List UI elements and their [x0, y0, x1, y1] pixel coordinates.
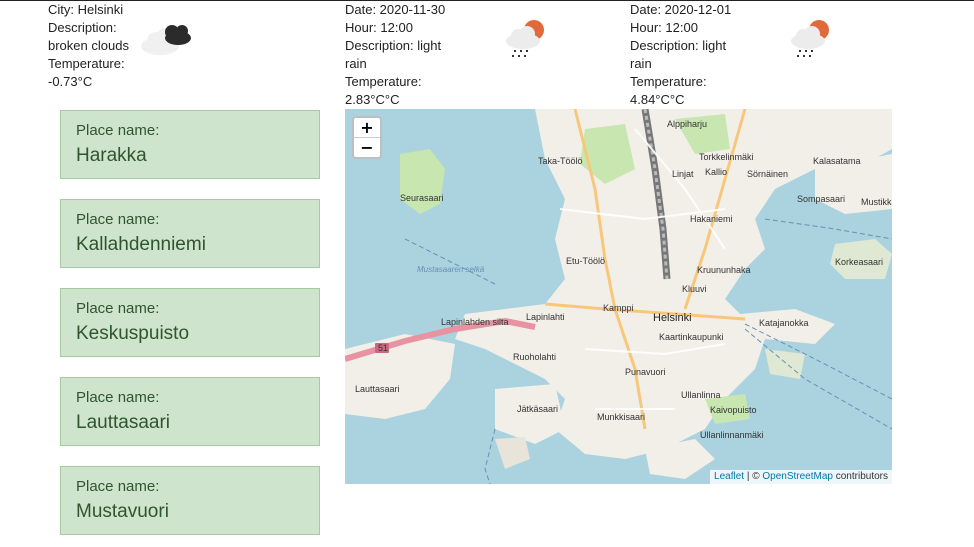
- forecast-temperature-value: 4.84°C°C: [630, 92, 685, 107]
- place-name: Mustavuori: [76, 501, 169, 522]
- place-card[interactable]: Place name: Lauttasaari: [60, 377, 320, 446]
- current-description-label: Description:: [48, 20, 117, 35]
- place-name-label: Place name:: [76, 389, 160, 406]
- current-temperature-value: -0.73°C: [48, 74, 93, 89]
- map[interactable]: Alppiharju Taka-Töölö Torkkelinmäki Kala…: [345, 109, 892, 484]
- map-label: Hakaniemi: [690, 214, 733, 224]
- place-name-label: Place name:: [76, 211, 160, 228]
- current-temperature-label: Temperature:: [48, 56, 125, 71]
- map-label: Mustikka: [861, 197, 892, 207]
- map-label: Mustasaaren selkä: [417, 265, 485, 274]
- map-label: Ullanlinnanmäki: [700, 430, 764, 440]
- map-label: Helsinki: [653, 312, 692, 324]
- map-label: Lauttasaari: [355, 384, 400, 394]
- map-label: Seurasaari: [400, 193, 444, 203]
- place-name-label: Place name:: [76, 300, 160, 317]
- zoom-in-button[interactable]: +: [354, 118, 380, 137]
- place-name: Lauttasaari: [76, 412, 171, 433]
- map-label: Lapinlahden silta: [441, 317, 509, 327]
- map-label: Sompasaari: [797, 194, 845, 204]
- map-label: Jätkäsaari: [517, 404, 558, 414]
- map-label: Kamppi: [603, 303, 634, 313]
- map-label: Kluuvi: [682, 284, 707, 294]
- forecast-description-cont: rain: [345, 56, 367, 71]
- forecast-description: Description: light: [630, 38, 727, 53]
- map-tiles[interactable]: Alppiharju Taka-Töölö Torkkelinmäki Kala…: [345, 109, 892, 484]
- place-name: Keskuspuisto: [76, 323, 190, 344]
- map-attribution: Leaflet | © OpenStreetMap contributors: [710, 470, 892, 484]
- map-label: Alppiharju: [667, 119, 707, 129]
- map-label: Punavuori: [625, 367, 666, 377]
- place-name: Harakka: [76, 145, 147, 166]
- map-label: Katajanokka: [759, 318, 809, 328]
- zoom-control: + −: [352, 116, 382, 159]
- forecast-temperature-value: 2.83°C°C: [345, 92, 400, 107]
- current-description-value: broken clouds: [48, 38, 129, 53]
- place-card[interactable]: Place name: Mustavuori: [60, 466, 320, 535]
- map-label: Ullanlinna: [681, 390, 721, 400]
- light-rain-icon: [503, 16, 549, 67]
- place-card[interactable]: Place name: Harakka: [60, 110, 320, 179]
- map-label: Korkeasaari: [835, 257, 883, 267]
- map-label: Kallio: [705, 167, 727, 177]
- map-label: Ruoholahti: [513, 352, 556, 362]
- map-label: Kalasatama: [813, 156, 861, 166]
- map-label: Taka-Töölö: [538, 156, 583, 166]
- current-weather: City: Helsinki Description: broken cloud…: [48, 1, 129, 91]
- place-name: Kallahdenniemi: [76, 234, 206, 255]
- map-label: Linjat: [672, 169, 694, 179]
- attribution-separator: | ©: [744, 471, 763, 482]
- forecast-description-cont: rain: [630, 56, 652, 71]
- map-label: Munkkisaari: [597, 412, 645, 422]
- forecast-temperature-label: Temperature:: [345, 74, 422, 89]
- map-label: Torkkelinmäki: [699, 152, 754, 162]
- map-label: Kaivopuisto: [710, 405, 757, 415]
- map-label: Kaartinkaupunki: [659, 332, 724, 342]
- forecast-hour: Hour: 12:00: [345, 20, 413, 35]
- place-name-label: Place name:: [76, 122, 160, 139]
- place-name-label: Place name:: [76, 478, 160, 495]
- place-card[interactable]: Place name: Keskuspuisto: [60, 288, 320, 357]
- openstreetmap-link[interactable]: OpenStreetMap: [762, 471, 833, 482]
- map-label: Lapinlahti: [526, 312, 565, 322]
- map-label: Sörnäinen: [747, 169, 788, 179]
- top-border: [0, 0, 974, 1]
- map-label: Kruununhaka: [697, 265, 751, 275]
- map-label: Etu-Töölö: [566, 256, 605, 266]
- place-card[interactable]: Place name: Kallahdenniemi: [60, 199, 320, 268]
- forecast-2: Date: 2020-12-01 Hour: 12:00 Description…: [630, 1, 731, 109]
- forecast-hour: Hour: 12:00: [630, 20, 698, 35]
- attribution-tail: contributors: [832, 471, 888, 482]
- current-city: City: Helsinki: [48, 2, 124, 17]
- leaflet-link[interactable]: Leaflet: [714, 471, 744, 482]
- zoom-out-button[interactable]: −: [354, 137, 380, 157]
- road-51-shield: 51: [378, 343, 388, 353]
- forecast-date: Date: 2020-11-30: [345, 2, 446, 17]
- forecast-1: Date: 2020-11-30 Hour: 12:00 Description…: [345, 1, 445, 109]
- forecast-temperature-label: Temperature:: [630, 74, 707, 89]
- forecast-date: Date: 2020-12-01: [630, 2, 732, 17]
- broken-clouds-icon: [138, 20, 196, 63]
- light-rain-icon: [788, 16, 834, 67]
- forecast-description: Description: light: [345, 38, 442, 53]
